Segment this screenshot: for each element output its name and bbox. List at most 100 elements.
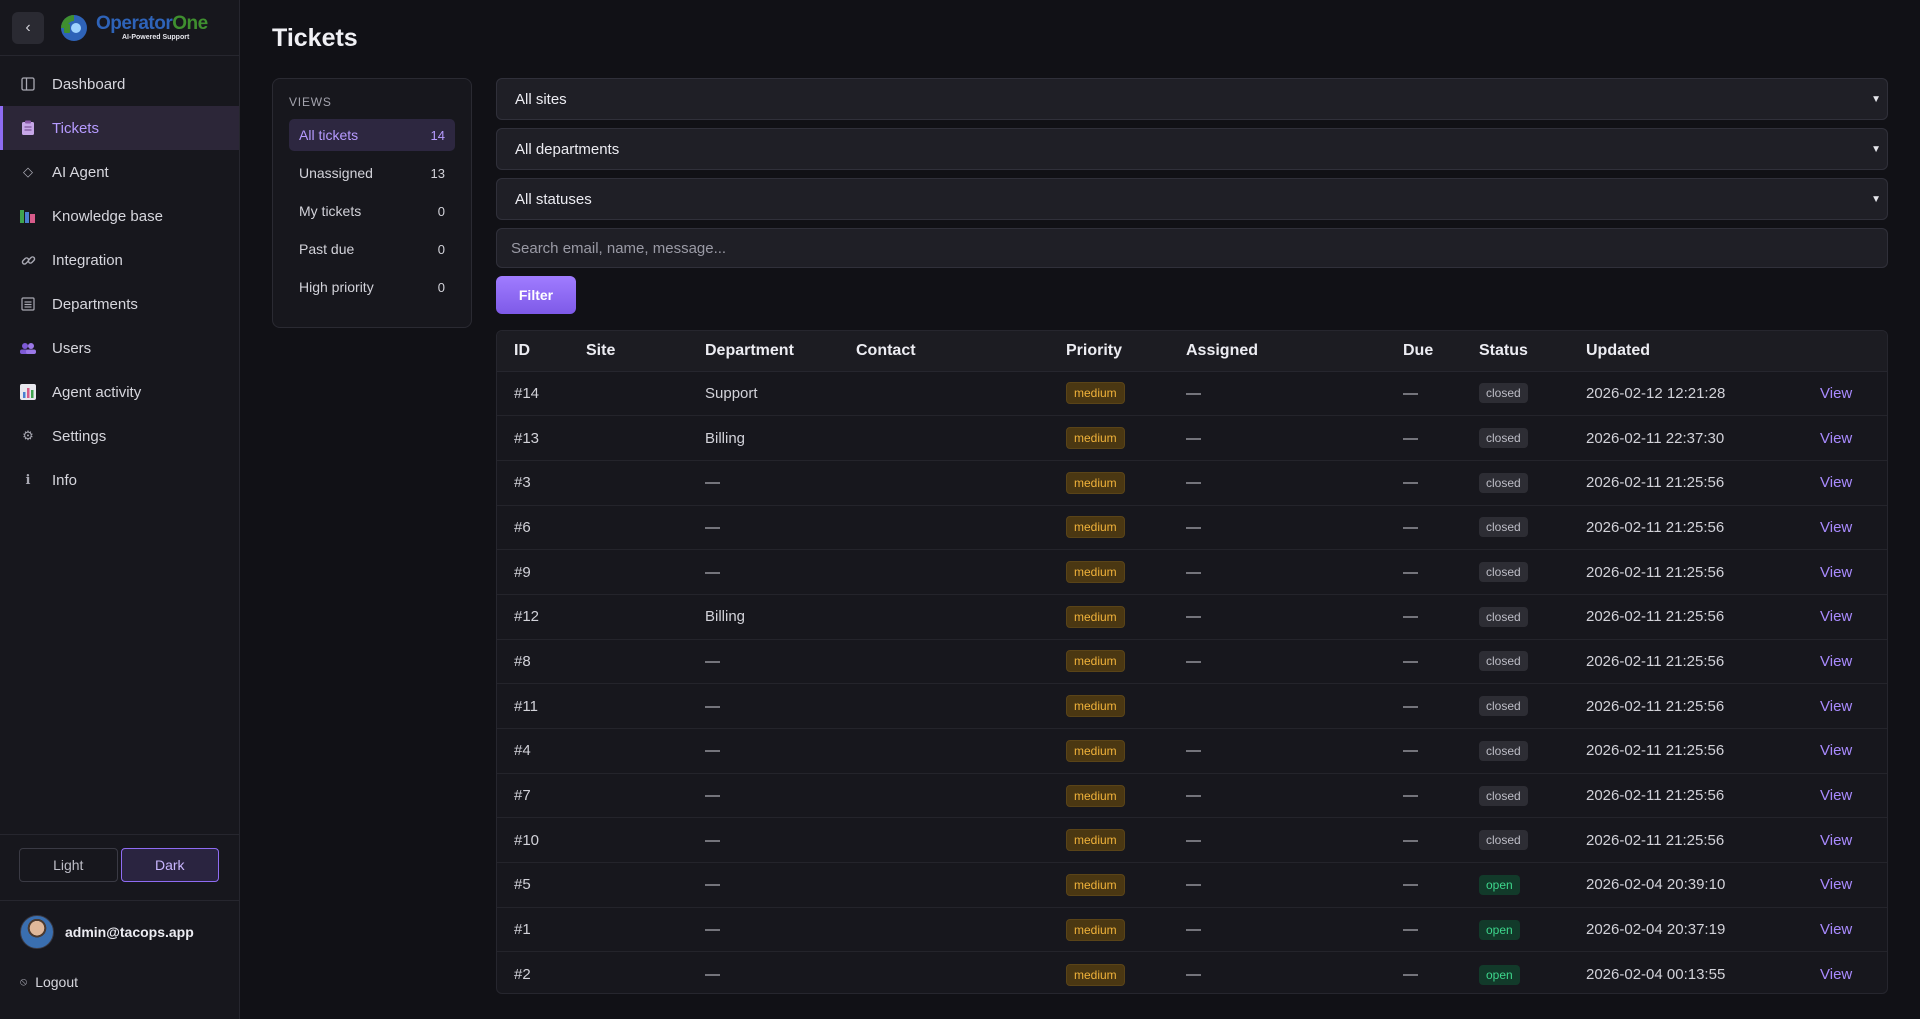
column-header-id[interactable]: ID	[497, 331, 569, 372]
table-row[interactable]: #13 Billing medium — — closed 2026-02-11 22:37…	[497, 415, 1887, 461]
cell-priority: medium	[1049, 415, 1169, 461]
priority-badge: medium	[1066, 829, 1125, 852]
cell-status: closed	[1462, 594, 1569, 640]
table-row[interactable]: #12 Billing medium — — closed 2026-02-11 21:25…	[497, 594, 1887, 640]
sidebar: ‹ OperatorOne AI-Powered Support Dashboa…	[0, 0, 240, 1019]
view-my-tickets[interactable]: My tickets 0	[289, 195, 455, 227]
view-past-due[interactable]: Past due 0	[289, 233, 455, 265]
sidebar-nav: Dashboard Tickets ◇ AI Agent Knowledge b…	[0, 56, 239, 502]
sidebar-item-tickets[interactable]: Tickets	[0, 106, 239, 150]
table-row[interactable]: #14 Support medium — — closed 2026-02-12 12:21…	[497, 371, 1887, 417]
column-header-status[interactable]: Status	[1462, 331, 1569, 372]
view-ticket-link[interactable]: View	[1820, 921, 1852, 938]
table-row[interactable]: #3— medium — — closed 2026-02-11 21:25:56 View	[497, 460, 1887, 506]
sidebar-item-info[interactable]: i Info	[0, 458, 239, 502]
theme-light-button[interactable]: Light	[19, 848, 118, 882]
cell-site	[569, 773, 688, 819]
cell-site	[569, 371, 688, 417]
cell-assigned: —	[1169, 817, 1386, 864]
user-profile[interactable]: admin@tacops.app	[20, 915, 194, 949]
sidebar-item-dashboard[interactable]: Dashboard	[0, 62, 239, 106]
table-row[interactable]: #1— medium — — open 2026-02-04 20:37:19 View	[497, 907, 1887, 953]
view-ticket-link[interactable]: View	[1820, 564, 1852, 581]
cell-action: View	[1803, 460, 1887, 506]
table-row[interactable]: #6— medium — — closed 2026-02-11 21:25:56 View	[497, 505, 1887, 551]
cell-site	[569, 505, 688, 551]
cell-status: closed	[1462, 817, 1569, 864]
sidebar-item-knowledge-base[interactable]: Knowledge base	[0, 194, 239, 238]
sidebar-item-settings[interactable]: ⚙ Settings	[0, 414, 239, 458]
sidebar-item-users[interactable]: Users	[0, 326, 239, 370]
column-header-due[interactable]: Due	[1386, 331, 1462, 372]
sidebar-item-agent-activity[interactable]: Agent activity	[0, 370, 239, 414]
view-ticket-link[interactable]: View	[1820, 519, 1852, 536]
filter-button[interactable]: Filter	[496, 276, 576, 314]
sidebar-item-integration[interactable]: Integration	[0, 238, 239, 282]
view-ticket-link[interactable]: View	[1820, 430, 1852, 447]
view-label: My tickets	[299, 203, 362, 219]
view-all-tickets[interactable]: All tickets 14	[289, 119, 455, 151]
column-header-priority[interactable]: Priority	[1049, 331, 1169, 372]
department-select[interactable]: All departments ▼	[496, 128, 1888, 170]
cell-updated: 2026-02-11 21:25:56	[1569, 594, 1803, 640]
view-ticket-link[interactable]: View	[1820, 876, 1852, 893]
table-row[interactable]: #8— medium — — closed 2026-02-11 21:25:56 View	[497, 639, 1887, 685]
site-select[interactable]: All sites ▼	[496, 78, 1888, 120]
view-ticket-link[interactable]: View	[1820, 653, 1852, 670]
table-row[interactable]: #7— medium — — closed 2026-02-11 21:25:56 View	[497, 773, 1887, 819]
cell-status: open	[1462, 862, 1569, 908]
cell-department: —	[688, 460, 839, 506]
books-icon	[20, 208, 36, 224]
page-title: Tickets	[272, 24, 358, 52]
cell-site	[569, 817, 688, 864]
app-logo[interactable]: OperatorOne AI-Powered Support	[54, 12, 208, 44]
cell-action: View	[1803, 505, 1887, 551]
avatar	[20, 915, 54, 949]
collapse-sidebar-button[interactable]: ‹	[12, 11, 44, 44]
status-badge: closed	[1479, 428, 1528, 449]
cell-site	[569, 594, 688, 640]
table-row[interactable]: #11 — medium — closed 2026-02-11 21:25:56 View	[497, 683, 1887, 729]
cell-contact	[839, 862, 1049, 908]
cell-site	[569, 728, 688, 774]
sidebar-item-departments[interactable]: Departments	[0, 282, 239, 326]
table-row[interactable]: #5— medium — — open 2026-02-04 20:39:10 View	[497, 862, 1887, 908]
column-header-contact[interactable]: Contact	[839, 331, 1049, 372]
column-header-department[interactable]: Department	[688, 331, 839, 372]
view-ticket-link[interactable]: View	[1820, 787, 1852, 804]
priority-badge: medium	[1066, 695, 1125, 718]
column-header-assigned[interactable]: Assigned	[1169, 331, 1386, 372]
view-ticket-link[interactable]: View	[1820, 698, 1852, 715]
sidebar-item-ai-agent[interactable]: ◇ AI Agent	[0, 150, 239, 194]
status-select[interactable]: All statuses ▼	[496, 178, 1888, 220]
theme-dark-button[interactable]: Dark	[120, 848, 219, 882]
view-high-priority[interactable]: High priority 0	[289, 271, 455, 303]
users-icon	[20, 340, 36, 356]
cell-id: #1	[497, 907, 569, 953]
logout-link[interactable]: ⦸ Logout	[20, 974, 78, 990]
table-row[interactable]: #2 — medium — — open 2026-02-04 00:13:55 View	[497, 952, 1887, 993]
column-header-updated[interactable]: Updated	[1569, 331, 1803, 372]
cell-assigned: —	[1169, 505, 1386, 551]
cell-department: Support	[688, 371, 839, 417]
column-header-site[interactable]: Site	[569, 331, 688, 372]
cell-priority: medium	[1049, 505, 1169, 551]
view-unassigned[interactable]: Unassigned 13	[289, 157, 455, 189]
logout-icon: ⦸	[20, 975, 28, 988]
table-row[interactable]: #4— medium — — closed 2026-02-11 21:25:56 View	[497, 728, 1887, 774]
table-row[interactable]: #9— medium — — closed 2026-02-11 21:25:56 View	[497, 549, 1887, 595]
priority-badge: medium	[1066, 427, 1125, 450]
view-ticket-link[interactable]: View	[1820, 966, 1852, 983]
site-select-value: All sites	[515, 90, 567, 108]
view-ticket-link[interactable]: View	[1820, 608, 1852, 625]
view-ticket-link[interactable]: View	[1820, 742, 1852, 759]
view-ticket-link[interactable]: View	[1820, 832, 1852, 849]
view-ticket-link[interactable]: View	[1820, 385, 1852, 402]
cell-action: View	[1803, 862, 1887, 908]
view-label: Past due	[299, 241, 355, 257]
table-row[interactable]: #10— medium — — closed 2026-02-11 21:25:56 Vie…	[497, 817, 1887, 864]
search-input[interactable]: Search email, name, message...	[496, 228, 1888, 268]
list-icon	[20, 296, 36, 312]
view-ticket-link[interactable]: View	[1820, 474, 1852, 491]
cell-assigned: —	[1169, 728, 1386, 774]
